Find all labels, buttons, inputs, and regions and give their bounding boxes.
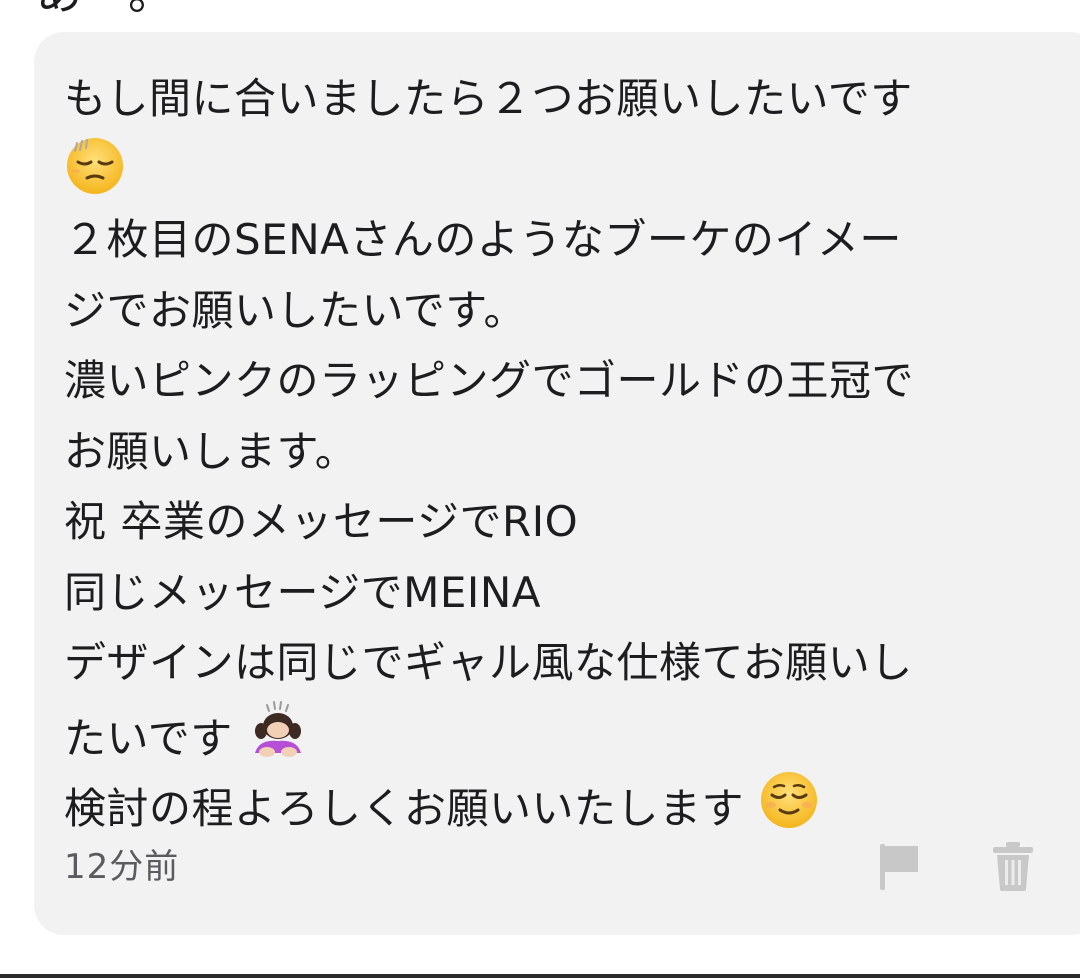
flag-icon[interactable] xyxy=(876,842,924,892)
trash-icon[interactable] xyxy=(990,840,1036,892)
relieved-face-emoji xyxy=(758,769,820,853)
comment-line: 祝 卒業のメッセージでRIO xyxy=(64,497,579,546)
comment-line: ジでお願いしたいです。 xyxy=(64,285,527,335)
comment-line-text: たいです xyxy=(64,713,233,763)
comment-line: ２枚目のSENAさんのようなブーケのイメー xyxy=(64,215,902,264)
clipped-header-text: あ・。 xyxy=(36,0,174,16)
comment-line-with-emoji: 検討の程よろしくお願いいたします xyxy=(64,769,1064,840)
bottom-divider xyxy=(0,974,1080,978)
comment-line: 同じメッセージでMEINA xyxy=(64,567,541,617)
comment-line: 濃いピンクのラッピングでゴールドの王冠で xyxy=(64,356,915,405)
comment-line-emoji xyxy=(64,135,1064,206)
comment-line: デザインは同じでギャル風な仕様てお願いし xyxy=(64,638,913,687)
comment-line: お願いします。 xyxy=(64,426,358,476)
comment-line-with-emoji: たいです xyxy=(64,699,1064,770)
comment-timestamp: 12分前 xyxy=(64,847,180,887)
comment-message: もし間に合いましたら２つお願いしたいです ２枚目のSENAさんのようなブーケのイ… xyxy=(64,64,1064,840)
comment-screen: あ・。 もし間に合いましたら２つお願いしたいです xyxy=(0,0,1080,978)
comment-line: もし間に合いましたら２つお願いしたいです xyxy=(64,74,913,123)
comment-line-text: 検討の程よろしくお願いいたします xyxy=(64,784,745,833)
